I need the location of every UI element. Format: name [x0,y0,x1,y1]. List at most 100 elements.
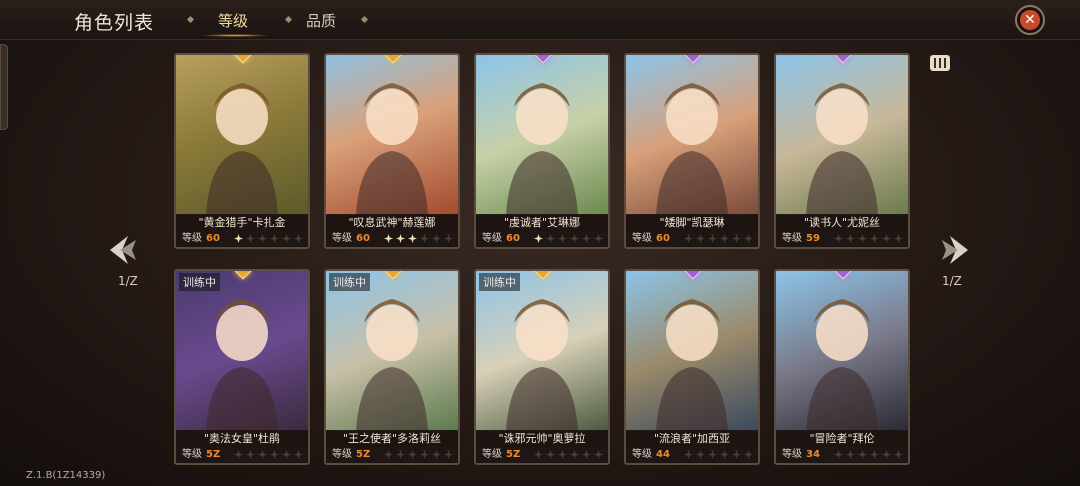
character-portrait [176,55,308,215]
page-indicator-right: 1/Z [942,274,962,288]
star-icon [882,450,891,459]
level-row: 等级 5Z [476,447,608,463]
level-row: 等级 60 [176,231,308,247]
tab-separator [360,15,369,24]
level-row: 等级 60 [476,231,608,247]
portrait-figure [356,83,428,215]
character-card[interactable]: "叹息武神"赫莲娜 等级 60 [324,53,460,249]
star-icon [846,450,855,459]
star-icon [534,450,543,459]
character-name: "虔诚者"艾琳娜 [476,214,608,232]
character-card[interactable]: "冒险者"拜伦 等级 34 [774,269,910,465]
star-icon [270,450,279,459]
level-row: 等级 44 [626,447,758,463]
star-icon [744,234,753,243]
star-icon [246,234,255,243]
star-icon [234,450,243,459]
star-icon [594,450,603,459]
page-indicator-left: 1/Z [118,274,138,288]
tab-separator [284,15,293,24]
character-name: "冒险者"拜伦 [776,430,908,448]
level-label: 等级 [182,449,202,460]
portrait-figure [356,299,428,431]
character-portrait [476,271,608,431]
level-label: 等级 [782,233,802,244]
star-icon [684,234,693,243]
character-name: "诛邪元帅"奥萝拉 [476,430,608,448]
star-icon [396,234,405,243]
character-name: "流浪者"加西亚 [626,430,758,448]
star-icon [858,234,867,243]
training-badge: 训练中 [179,273,220,291]
star-icon [558,450,567,459]
level-value: 44 [656,449,670,460]
star-icon [384,234,393,243]
star-icon [570,450,579,459]
level-value: 5Z [206,449,221,460]
star-icon [432,450,441,459]
character-card[interactable]: "流浪者"加西亚 等级 44 [624,269,760,465]
star-icon [744,450,753,459]
character-portrait [326,271,458,431]
character-card[interactable]: 训练中 "奥法女皇"杜鹃 等级 5Z [174,269,310,465]
level-label: 等级 [332,233,352,244]
close-icon: ✕ [1020,10,1040,30]
star-rating [234,234,303,243]
star-icon [234,234,243,243]
close-button[interactable]: ✕ [1015,5,1045,35]
star-icon [444,450,453,459]
star-rating [534,234,603,243]
character-name: "黄金猎手"卡扎金 [176,214,308,232]
character-card[interactable]: "黄金猎手"卡扎金 等级 60 [174,53,310,249]
star-rating [234,450,303,459]
level-row: 等级 5Z [176,447,308,463]
star-icon [432,234,441,243]
portrait-figure [806,83,878,215]
character-name: "读书人"尤妮丝 [776,214,908,232]
level-value: 5Z [356,449,371,460]
character-card[interactable]: "读书人"尤妮丝 等级 59 [774,53,910,249]
star-icon [294,234,303,243]
level-value: 60 [206,233,220,244]
star-icon [582,234,591,243]
training-badge: 训练中 [479,273,520,291]
portrait-figure [506,299,578,431]
level-label: 等级 [182,233,202,244]
side-drawer-handle[interactable] [0,44,8,130]
character-card[interactable]: "矮脚"凯瑟琳 等级 60 [624,53,760,249]
level-row: 等级 59 [776,231,908,247]
star-icon [420,450,429,459]
star-icon [870,234,879,243]
star-icon [594,234,603,243]
level-label: 等级 [332,449,352,460]
star-icon [420,234,429,243]
star-icon [444,234,453,243]
star-icon [858,450,867,459]
level-label: 等级 [482,449,502,460]
portrait-figure [656,299,728,431]
character-card[interactable]: 训练中 "诛邪元帅"奥萝拉 等级 5Z [474,269,610,465]
tab-level[interactable]: 等级 [218,10,248,31]
character-portrait [776,271,908,431]
tab-quality[interactable]: 品质 [306,10,336,31]
character-card[interactable]: "虔诚者"艾琳娜 等级 60 [474,53,610,249]
prev-page-arrow-icon[interactable] [106,232,142,268]
level-value: 5Z [506,449,521,460]
character-name: "叹息武神"赫莲娜 [326,214,458,232]
level-value: 34 [806,449,820,460]
portrait-figure [806,299,878,431]
star-icon [894,234,903,243]
training-badge: 训练中 [329,273,370,291]
star-icon [696,450,705,459]
character-portrait [626,55,758,215]
star-rating [534,450,603,459]
level-value: 60 [506,233,520,244]
star-icon [846,234,855,243]
character-card[interactable]: 训练中 "王之使者"多洛莉丝 等级 5Z [324,269,460,465]
portrait-figure [206,299,278,431]
filter-icon[interactable] [928,52,952,74]
level-label: 等级 [482,233,502,244]
star-icon [408,450,417,459]
level-label: 等级 [632,233,652,244]
next-page-arrow-icon[interactable] [936,232,972,268]
